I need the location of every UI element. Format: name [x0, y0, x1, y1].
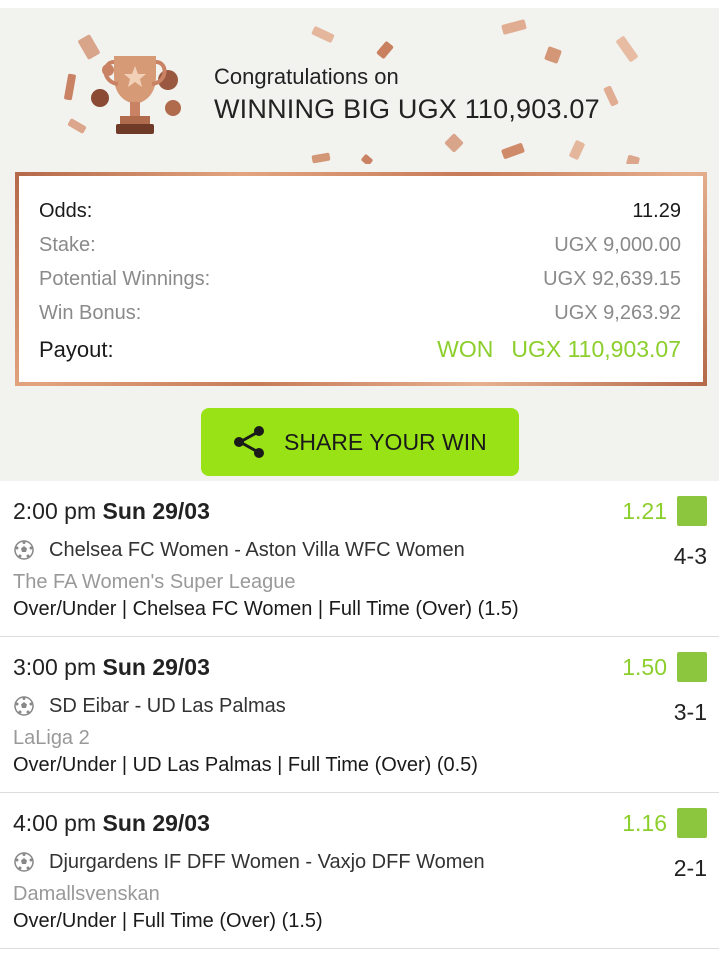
payout-status: WON: [437, 336, 494, 362]
won-status-indicator: [677, 808, 707, 838]
confetti: [568, 139, 586, 161]
stake-row: Stake: UGX 9,000.00: [39, 234, 681, 257]
soccer-ball-icon: [14, 696, 34, 716]
kickoff-clock: 4:00 pm: [13, 810, 97, 836]
winning-amount-heading: WINNING BIG UGX 110,903.07: [214, 94, 600, 124]
match-name: Chelsea FC Women - Aston Villa WFC Women: [49, 539, 465, 561]
bet-selection[interactable]: 2:00 pm Sun 29/03 1.21 Chelsea FC Women …: [0, 481, 719, 637]
selection-odds: 1.50: [622, 654, 667, 680]
match-score: 4-3: [673, 543, 707, 569]
share-icon: [234, 426, 264, 458]
potential-winnings-label: Potential Winnings:: [39, 268, 211, 290]
congrats-text: Congratulations on: [214, 64, 399, 89]
odds-row: Odds: 11.29: [39, 200, 681, 223]
bet-market: Over/Under | UD Las Palmas | Full Time (…: [13, 754, 478, 776]
potential-winnings-row: Potential Winnings: UGX 92,639.15: [39, 268, 681, 291]
payout-label: Payout:: [39, 337, 114, 362]
payout-group: WON UGX 110,903.07: [437, 336, 681, 363]
soccer-ball-icon: [14, 852, 34, 872]
league-name: LaLiga 2: [13, 727, 90, 749]
kickoff-clock: 2:00 pm: [13, 498, 97, 524]
bet-selection[interactable]: 4:00 pm Sun 29/03 1.16 Djurgardens IF DF…: [0, 793, 719, 949]
potential-winnings-value: UGX 92,639.15: [543, 268, 681, 290]
confetti: [501, 19, 527, 35]
kickoff-date: Sun 29/03: [102, 654, 210, 680]
win-summary-section: Congratulations on WINNING BIG UGX 110,9…: [0, 0, 719, 481]
bet-market: Over/Under | Full Time (Over) (1.5): [13, 910, 323, 932]
match-name: Djurgardens IF DFF Women - Vaxjo DFF Wom…: [49, 851, 485, 873]
win-bonus-row: Win Bonus: UGX 9,263.92: [39, 302, 681, 325]
confetti: [544, 46, 562, 64]
league-name: The FA Women's Super League: [13, 571, 296, 593]
match-score: 3-1: [673, 699, 707, 725]
win-bonus-value: UGX 9,263.92: [554, 302, 681, 324]
selection-odds: 1.21: [622, 498, 667, 524]
confetti: [376, 40, 394, 60]
kickoff-time: 2:00 pm Sun 29/03: [13, 498, 210, 525]
soccer-ball-icon: [14, 540, 34, 560]
match-score: 2-1: [673, 855, 707, 881]
bet-selection[interactable]: 3:00 pm Sun 29/03 1.50 SD Eibar - UD Las…: [0, 637, 719, 793]
kickoff-time: 3:00 pm Sun 29/03: [13, 654, 210, 681]
stake-label: Stake:: [39, 234, 96, 256]
confetti: [615, 35, 639, 63]
confetti: [311, 152, 331, 164]
confetti: [360, 153, 374, 164]
kickoff-time: 4:00 pm Sun 29/03: [13, 810, 210, 837]
odds-value: 11.29: [632, 200, 681, 222]
confetti: [625, 154, 641, 164]
payout-value: UGX 110,903.07: [511, 336, 681, 362]
payout-row: Payout: WON UGX 110,903.07: [39, 336, 681, 363]
share-button-label: SHARE YOUR WIN: [284, 429, 487, 455]
kickoff-date: Sun 29/03: [102, 498, 210, 524]
kickoff-clock: 3:00 pm: [13, 654, 97, 680]
league-name: Damallsvenskan: [13, 883, 160, 905]
share-your-win-button[interactable]: SHARE YOUR WIN: [201, 408, 519, 476]
win-bonus-label: Win Bonus:: [39, 302, 142, 324]
match-name: SD Eibar - UD Las Palmas: [49, 695, 286, 717]
confetti: [500, 142, 526, 160]
confetti: [63, 73, 77, 101]
confetti: [603, 85, 619, 107]
odds-label: Odds:: [39, 200, 93, 222]
kickoff-date: Sun 29/03: [102, 810, 210, 836]
won-status-indicator: [677, 652, 707, 682]
confetti: [311, 25, 335, 44]
won-status-indicator: [677, 496, 707, 526]
bet-market: Over/Under | Chelsea FC Women | Full Tim…: [13, 598, 519, 620]
bet-summary-card: Odds: 11.29 Stake: UGX 9,000.00 Potentia…: [15, 172, 707, 386]
trophy-icon: [91, 56, 181, 134]
stake-value: UGX 9,000.00: [554, 234, 681, 256]
confetti: [444, 133, 464, 153]
selection-odds: 1.16: [622, 810, 667, 836]
bet-selections-list: 2:00 pm Sun 29/03 1.21 Chelsea FC Women …: [0, 481, 719, 949]
